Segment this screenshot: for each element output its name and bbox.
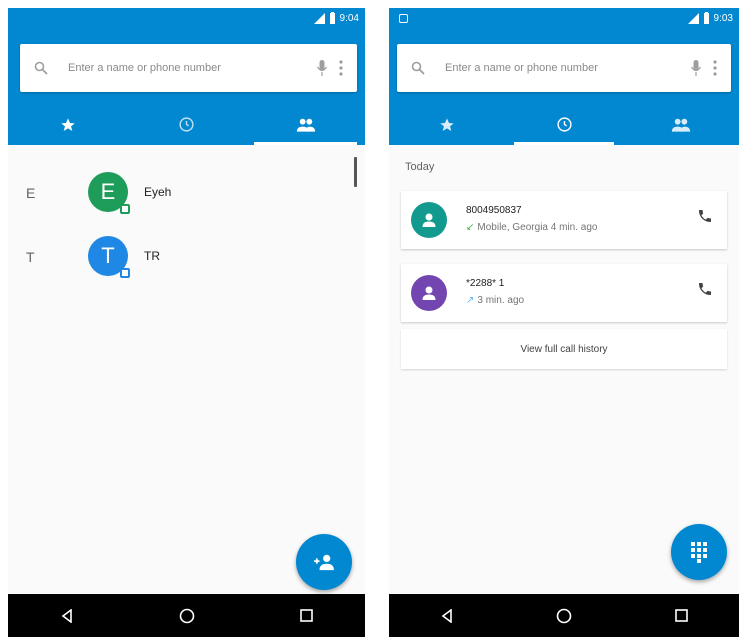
notification-icon (399, 14, 408, 23)
search-input[interactable]: Enter a name or phone number (68, 62, 305, 74)
outgoing-call-icon: ↗ (466, 295, 475, 306)
tab-bar (389, 104, 739, 145)
call-log-item[interactable]: *2288* 1 ↗ 3 min. ago (401, 264, 727, 322)
avatar: T (88, 236, 130, 278)
dialpad-icon (691, 542, 707, 563)
battery-icon (329, 12, 335, 24)
microphone-icon[interactable] (317, 60, 327, 76)
contacts-screen: 9:04 Enter a name or phone number E E Ey… (8, 8, 365, 637)
tab-favorites[interactable] (8, 104, 127, 145)
avatar-initial: T (101, 243, 115, 268)
search-icon[interactable] (411, 61, 425, 75)
call-log-item[interactable]: 8004950837 ↙ Mobile, Georgia 4 min. ago (401, 191, 727, 249)
contact-row[interactable]: T T TR (8, 227, 365, 291)
status-time: 9:03 (713, 12, 733, 24)
star-icon (60, 117, 75, 131)
scrollbar[interactable] (354, 157, 357, 187)
more-options-icon[interactable] (339, 60, 343, 76)
contact-row[interactable]: E E Eyeh (8, 163, 365, 227)
recents-icon[interactable] (299, 609, 313, 622)
add-contact-button[interactable] (296, 534, 352, 590)
search-box[interactable]: Enter a name or phone number (20, 44, 357, 92)
back-icon[interactable] (60, 608, 74, 623)
home-icon[interactable] (179, 608, 195, 624)
people-icon (296, 118, 315, 132)
tab-contacts[interactable] (622, 104, 739, 145)
call-number: 8004950837 (466, 205, 522, 216)
avatar-initial: E (100, 179, 116, 204)
tab-recents[interactable] (127, 104, 246, 145)
recents-icon[interactable] (675, 609, 688, 622)
people-icon (671, 118, 690, 132)
search-box[interactable]: Enter a name or phone number (397, 44, 731, 92)
avatar-badge (120, 204, 130, 214)
clock-icon (179, 117, 194, 132)
avatar-badge (120, 268, 130, 278)
call-detail: ↗ 3 min. ago (466, 295, 524, 306)
navigation-bar (8, 594, 365, 637)
person-icon (422, 286, 436, 300)
section-letter: T (26, 249, 35, 265)
section-letter: E (26, 185, 36, 201)
status-bar: 9:03 (389, 8, 739, 32)
status-bar: 9:04 (8, 8, 365, 32)
view-full-history-link[interactable]: View full call history (401, 329, 727, 369)
contacts-list: E E Eyeh T T TR (8, 145, 365, 291)
avatar (411, 202, 447, 238)
call-log-card: 8004950837 ↙ Mobile, Georgia 4 min. ago (401, 191, 727, 249)
clock-icon (556, 117, 572, 132)
tab-favorites[interactable] (389, 104, 506, 145)
call-log-card: *2288* 1 ↗ 3 min. ago (401, 264, 727, 322)
signal-icon (687, 12, 699, 24)
battery-icon (703, 12, 709, 24)
add-contact-icon (314, 554, 334, 571)
more-options-icon[interactable] (713, 60, 717, 76)
home-icon[interactable] (556, 608, 572, 624)
call-detail-text: 3 min. ago (477, 295, 525, 306)
navigation-bar (389, 594, 739, 637)
phone-icon[interactable] (697, 208, 713, 224)
avatar: E (88, 172, 130, 214)
avatar (411, 275, 447, 311)
tab-bar (8, 104, 365, 145)
back-icon[interactable] (440, 608, 454, 623)
status-time: 9:04 (339, 12, 359, 24)
search-input[interactable]: Enter a name or phone number (445, 62, 679, 74)
signal-icon (313, 12, 325, 24)
section-header: Today (405, 161, 435, 173)
app-bar: 9:04 Enter a name or phone number (8, 8, 365, 145)
search-icon[interactable] (34, 61, 48, 75)
incoming-call-icon: ↙ (466, 222, 475, 233)
contact-name: TR (144, 249, 160, 263)
star-icon (440, 117, 454, 131)
contact-name: Eyeh (144, 185, 172, 199)
tab-contacts[interactable] (246, 104, 365, 145)
tab-recents[interactable] (506, 104, 623, 145)
dialpad-button[interactable] (671, 524, 727, 580)
call-number: *2288* 1 (466, 278, 505, 289)
call-detail-text: Mobile, Georgia 4 min. ago (477, 222, 598, 233)
recents-screen: 9:03 Enter a name or phone number Today (389, 8, 739, 637)
person-icon (422, 213, 436, 227)
call-detail: ↙ Mobile, Georgia 4 min. ago (466, 222, 597, 233)
phone-icon[interactable] (697, 281, 713, 297)
microphone-icon[interactable] (691, 60, 701, 76)
app-bar: 9:03 Enter a name or phone number (389, 8, 739, 145)
